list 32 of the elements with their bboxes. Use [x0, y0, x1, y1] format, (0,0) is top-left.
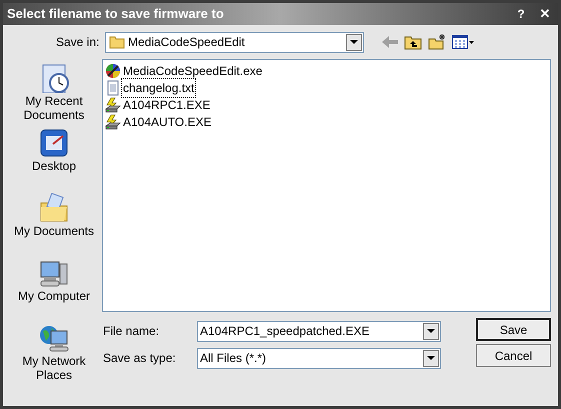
save-in-dropdown[interactable]: MediaCodeSpeedEdit: [105, 32, 364, 52]
network-computer-icon: [39, 323, 69, 353]
field-label: Save as type:: [102, 350, 177, 367]
file-item[interactable]: A104AUTO.EXE: [121, 112, 214, 132]
places-item[interactable]: My Computer: [18, 289, 90, 303]
field-label: Save in:: [56, 34, 100, 51]
file-name-field[interactable]: A104RPC1_speedpatched.EXE: [197, 320, 441, 342]
help-button[interactable]: ?: [512, 5, 530, 23]
lightning-drive-icon: [105, 114, 121, 130]
cancel-button[interactable]: Cancel: [476, 344, 551, 367]
desktop-icon: [39, 128, 69, 158]
up-folder-icon[interactable]: [404, 34, 422, 50]
file-item[interactable]: changelog.txt: [121, 78, 196, 98]
color-wheel-icon: [105, 62, 121, 78]
window-title: Select filename to save firmware to: [7, 5, 225, 24]
file-type-dropdown[interactable]: All Files (*.*): [197, 348, 441, 368]
new-folder-icon[interactable]: [428, 34, 446, 50]
places-item[interactable]: My Network Places: [10, 354, 98, 382]
text-file-icon: [105, 80, 121, 96]
field-label: File name:: [102, 323, 160, 340]
file-list[interactable]: MediaCodeSpeedEdit.exe changelog.txt A104RPC1.EXE A104AUTO.EXE: [102, 59, 551, 312]
places-item[interactable]: My Documents: [14, 224, 94, 238]
file-item[interactable]: MediaCodeSpeedEdit.exe: [121, 60, 264, 80]
close-button[interactable]: ✕: [536, 4, 554, 24]
folder-icon: [109, 35, 125, 49]
view-menu-icon[interactable]: [452, 35, 474, 49]
places-item[interactable]: Desktop: [32, 159, 76, 173]
places-item[interactable]: My Recent Documents: [10, 94, 98, 122]
file-item[interactable]: A104RPC1.EXE: [121, 94, 212, 114]
lightning-drive-icon: [105, 96, 121, 112]
save-button[interactable]: Save: [476, 318, 551, 341]
document-folder-icon: [39, 193, 69, 223]
